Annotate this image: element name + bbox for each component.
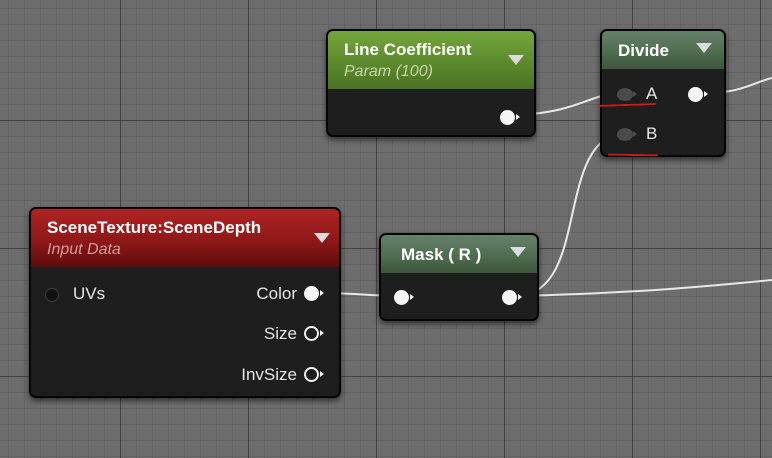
mask-header[interactable]: Mask ( R ): [381, 235, 537, 273]
pin-label-a: A: [646, 84, 658, 103]
chevron-down-icon[interactable]: [510, 247, 526, 257]
output-pin[interactable]: [500, 110, 520, 125]
pin-label-uvs: UVs: [73, 284, 106, 303]
divide-header[interactable]: Divide: [602, 31, 724, 69]
chevron-down-icon[interactable]: [696, 43, 712, 53]
chevron-down-icon[interactable]: [508, 55, 524, 65]
pin-label-invsize: InvSize: [241, 365, 297, 384]
input-pin[interactable]: [394, 290, 414, 305]
scene-texture-node[interactable]: SceneTexture:SceneDepth Input Data UVs C…: [29, 207, 341, 398]
input-pin-uvs[interactable]: [45, 288, 59, 302]
scene-texture-header[interactable]: SceneTexture:SceneDepth Input Data: [31, 209, 339, 267]
chevron-down-icon[interactable]: [314, 233, 330, 243]
node-subtitle: Param (100): [344, 63, 433, 80]
input-pin-a[interactable]: [617, 88, 637, 101]
node-subtitle: Input Data: [47, 241, 121, 258]
wire-mask-output[interactable]: [517, 279, 772, 297]
pin-label-size: Size: [263, 324, 297, 343]
node-title: Line Coefficient: [344, 40, 472, 59]
output-pin[interactable]: [502, 290, 522, 305]
line-coefficient-header[interactable]: Line Coefficient Param (100): [328, 31, 534, 89]
mask-node[interactable]: Mask ( R ): [379, 233, 539, 321]
line-coefficient-node[interactable]: Line Coefficient Param (100): [326, 29, 536, 137]
node-title: SceneTexture:SceneDepth: [47, 218, 262, 237]
pin-label-b: B: [646, 124, 658, 143]
output-pin-size[interactable]: [304, 326, 324, 341]
node-title: Divide: [618, 41, 670, 60]
input-pin-b[interactable]: [617, 128, 637, 141]
output-pin[interactable]: [688, 87, 708, 102]
node-title: Mask ( R ): [401, 245, 482, 264]
output-pin-color[interactable]: [304, 286, 324, 301]
pin-label-color: Color: [256, 284, 297, 303]
output-pin-invsize[interactable]: [304, 367, 324, 382]
divide-node[interactable]: Divide A B: [600, 29, 726, 157]
